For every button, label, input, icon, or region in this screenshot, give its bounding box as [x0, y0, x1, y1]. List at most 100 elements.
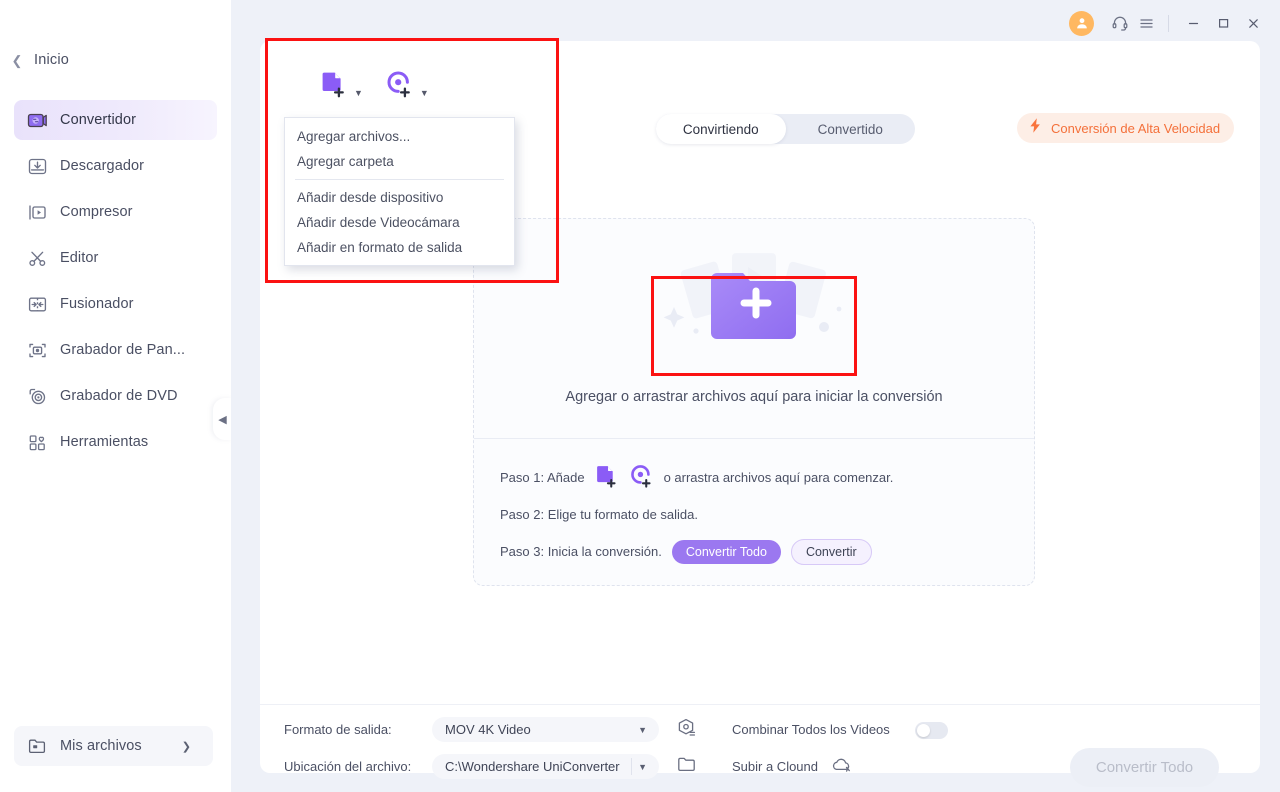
minimize-icon[interactable] — [1178, 10, 1208, 36]
sidebar-my-files-label: Mis archivos — [60, 738, 142, 754]
sidebar-item-label: Compresor — [60, 204, 133, 220]
headset-icon[interactable] — [1107, 10, 1133, 36]
sidebar-item-label: Grabador de Pan... — [60, 342, 186, 358]
toolbar-add-buttons: ▼ ▼ — [319, 69, 429, 104]
menu-item-anadir-videocamara[interactable]: Añadir desde Videocámara — [285, 210, 514, 235]
uniconverter-window: ❮ Inicio Convertidor Descargador Compres… — [0, 0, 1280, 792]
add-folder-plus-icon[interactable] — [652, 249, 856, 349]
screen-record-icon — [14, 340, 60, 361]
close-icon[interactable] — [1238, 10, 1268, 36]
sidebar-my-files[interactable]: Mis archivos ❯ — [14, 726, 213, 766]
convertir-todo-pill[interactable]: Convertir Todo — [671, 539, 781, 564]
add-files-button[interactable]: ▼ — [319, 69, 363, 104]
dropzone[interactable]: Agregar o arrastrar archivos aquí para i… — [473, 218, 1035, 586]
menu-item-anadir-dispositivo[interactable]: Añadir desde dispositivo — [285, 185, 514, 210]
add-disc-icon[interactable] — [629, 463, 655, 492]
sidebar-item-grabador-de-dvd[interactable]: Grabador de DVD — [14, 376, 217, 416]
sidebar-home-label: Inicio — [34, 52, 70, 68]
chevron-right-icon[interactable]: ❯ — [182, 740, 191, 753]
add-files-dropdown-menu: Agregar archivos... Agregar carpeta Añad… — [284, 117, 515, 266]
main-area: ▼ ▼ Convirtiendo Convertido Conversión d… — [231, 0, 1280, 792]
format-settings-icon[interactable] — [676, 717, 697, 743]
step-3-text: Paso 3: Inicia la conversión. — [500, 544, 662, 559]
sidebar-item-fusionador[interactable]: Fusionador — [14, 284, 217, 324]
convert-all-button[interactable]: Convertir Todo — [1070, 748, 1219, 787]
menu-item-anadir-formato[interactable]: Añadir en formato de salida — [285, 235, 514, 260]
sidebar-item-label: Herramientas — [60, 434, 149, 450]
output-format-value: MOV 4K Video — [445, 722, 531, 737]
sidebar-item-compresor[interactable]: Compresor — [14, 192, 217, 232]
sidebar-item-label: Convertidor — [60, 112, 137, 128]
tab-convertido[interactable]: Convertido — [786, 114, 916, 144]
step-2-text: Paso 2: Elige tu formato de salida. — [500, 507, 699, 522]
sidebar-nav-list: Convertidor Descargador Compresor Editor… — [0, 100, 231, 468]
dropzone-upper: Agregar o arrastrar archivos aquí para i… — [474, 219, 1034, 436]
dropzone-divider — [474, 438, 1034, 439]
step-1-row: Paso 1: Añade o arrastra archivos aquí p… — [500, 459, 1020, 496]
menu-item-agregar-carpeta[interactable]: Agregar carpeta — [285, 149, 514, 174]
high-speed-label: Conversión de Alta Velocidad — [1051, 120, 1221, 136]
chevron-down-icon[interactable]: ▼ — [420, 88, 429, 98]
sidebar-item-descargador[interactable]: Descargador — [14, 146, 217, 186]
scissors-icon — [14, 248, 60, 269]
folder-files-icon — [14, 736, 60, 756]
sidebar-item-label: Editor — [60, 250, 99, 266]
step-1-prefix: Paso 1: Añade — [500, 470, 585, 485]
merge-arrows-icon — [14, 294, 60, 315]
toggle-knob — [917, 724, 930, 737]
hamburger-menu-icon[interactable] — [1133, 10, 1159, 36]
compress-film-icon — [14, 202, 60, 223]
add-dvd-button[interactable]: ▼ — [385, 69, 429, 104]
add-file-icon — [319, 69, 349, 104]
window-controls — [1069, 6, 1268, 40]
lightning-bolt-icon — [1027, 117, 1044, 139]
collapse-left-icon: ◀ — [218, 413, 227, 426]
chevron-down-icon[interactable]: ▼ — [354, 88, 363, 98]
merge-videos-label: Combinar Todos los Videos — [732, 722, 890, 737]
download-tray-icon — [14, 156, 60, 177]
status-tabs: Convirtiendo Convertido — [656, 114, 915, 144]
user-avatar-icon[interactable] — [1069, 10, 1094, 36]
file-location-label: Ubicación del archivo: — [284, 759, 412, 774]
output-format-label: Formato de salida: — [284, 722, 392, 737]
steps-list: Paso 1: Añade o arrastra archivos aquí p… — [500, 459, 1020, 570]
toolbox-grid-icon — [14, 432, 60, 453]
upload-cloud-label: Subir a Clound — [732, 759, 818, 774]
content-card: ▼ ▼ Convirtiendo Convertido Conversión d… — [260, 41, 1260, 787]
sidebar-home-row[interactable]: ❮ Inicio — [0, 42, 231, 78]
convertir-pill[interactable]: Convertir — [790, 538, 872, 565]
sidebar-item-grabador-de-pantalla[interactable]: Grabador de Pan... — [14, 330, 217, 370]
menu-divider — [295, 179, 504, 180]
sidebar-collapse-handle[interactable]: ◀ — [213, 398, 232, 440]
step-3-row: Paso 3: Inicia la conversión. Convertir … — [500, 533, 1020, 570]
dropzone-caption: Agregar o arrastrar archivos aquí para i… — [565, 389, 943, 405]
dvd-disc-icon — [14, 386, 60, 407]
step-1-icons — [594, 463, 655, 492]
chevron-down-icon[interactable]: ▼ — [632, 725, 659, 735]
add-file-icon[interactable] — [594, 463, 620, 492]
file-location-value: C:\Wondershare UniConverter — [445, 759, 620, 774]
maximize-icon[interactable] — [1208, 10, 1238, 36]
sidebar-item-editor[interactable]: Editor — [14, 238, 217, 278]
sidebar-item-herramientas[interactable]: Herramientas — [14, 422, 217, 462]
sidebar-item-label: Grabador de DVD — [60, 388, 178, 404]
convert-video-icon — [14, 110, 60, 131]
file-location-select[interactable]: C:\Wondershare UniConverter ▼ — [432, 754, 659, 779]
step-1-suffix: o arrastra archivos aquí para comenzar. — [663, 470, 894, 485]
open-folder-icon[interactable] — [676, 754, 697, 780]
sidebar-item-label: Fusionador — [60, 296, 134, 312]
menu-item-agregar-archivos[interactable]: Agregar archivos... — [285, 124, 514, 149]
cloud-upload-icon[interactable] — [830, 755, 852, 780]
bottom-bar: Formato de salida: MOV 4K Video ▼ Ubicac… — [260, 704, 1260, 787]
window-controls-divider — [1168, 14, 1169, 32]
sidebar: ❮ Inicio Convertidor Descargador Compres… — [0, 0, 232, 792]
tab-convirtiendo[interactable]: Convirtiendo — [656, 114, 786, 144]
chevron-left-icon[interactable]: ❮ — [0, 54, 34, 67]
high-speed-conversion-badge[interactable]: Conversión de Alta Velocidad — [1017, 113, 1235, 143]
chevron-down-icon[interactable]: ▼ — [632, 762, 659, 772]
merge-videos-toggle[interactable] — [915, 722, 948, 739]
sidebar-item-convertidor[interactable]: Convertidor — [14, 100, 217, 140]
sidebar-item-label: Descargador — [60, 158, 145, 174]
add-disc-icon — [385, 69, 415, 104]
output-format-select[interactable]: MOV 4K Video ▼ — [432, 717, 659, 742]
